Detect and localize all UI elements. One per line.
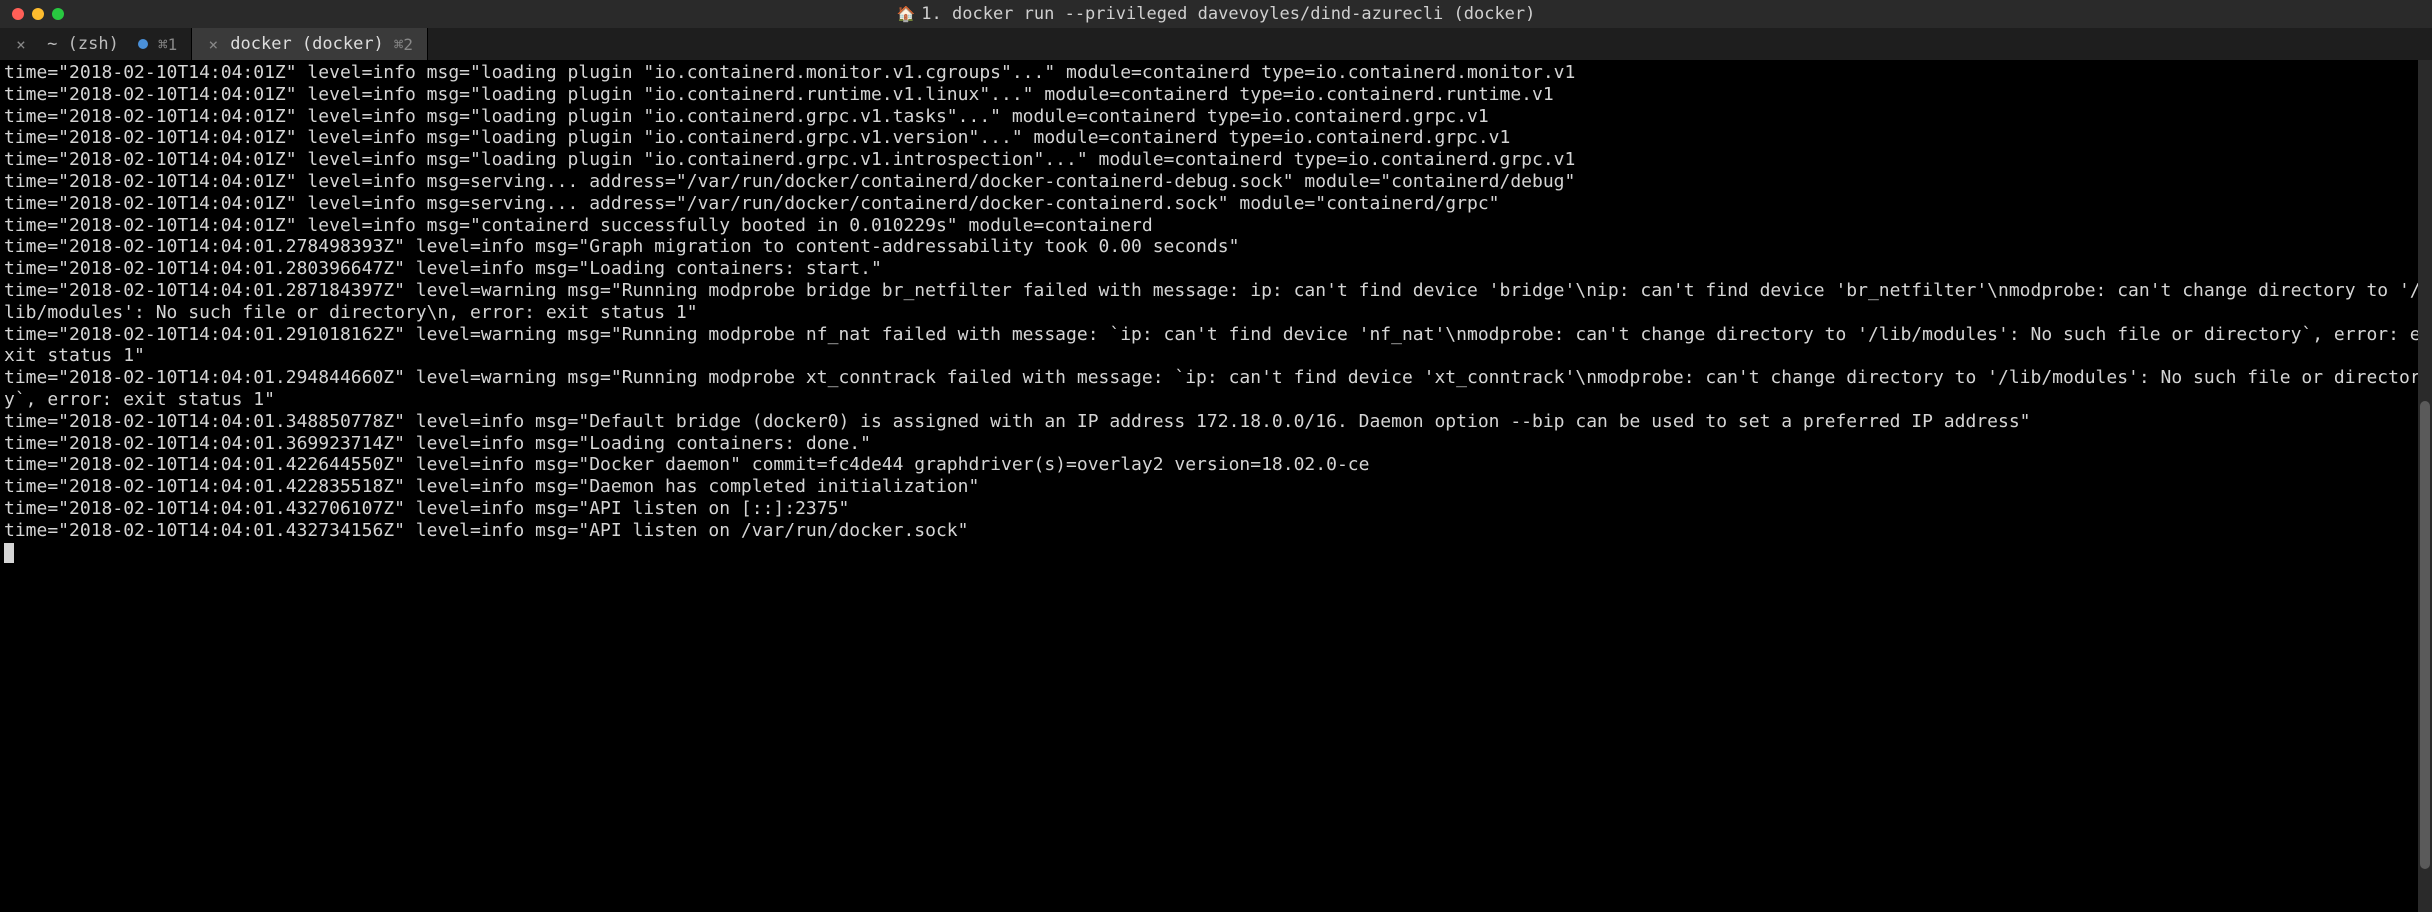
close-icon[interactable]: × (14, 35, 28, 54)
terminal-cursor (4, 543, 14, 563)
activity-dot-icon (138, 39, 148, 49)
tab-label: docker (docker) (230, 34, 384, 54)
traffic-lights (0, 8, 64, 20)
window-titlebar: 🏠 1. docker run --privileged davevoyles/… (0, 0, 2432, 28)
maximize-window-button[interactable] (52, 8, 64, 20)
terminal-output[interactable]: time="2018-02-10T14:04:01Z" level=info m… (0, 60, 2432, 912)
tab-docker[interactable]: × docker (docker) ⌘2 (192, 28, 428, 60)
close-window-button[interactable] (12, 8, 24, 20)
window-title: 🏠 1. docker run --privileged davevoyles/… (897, 4, 1536, 24)
close-icon[interactable]: × (206, 35, 220, 54)
scrollbar[interactable] (2418, 60, 2432, 912)
home-icon: 🏠 (897, 5, 916, 23)
tab-bar: × ~ (zsh) ⌘1 × docker (docker) ⌘2 (0, 28, 2432, 60)
scrollbar-thumb[interactable] (2420, 401, 2430, 870)
minimize-window-button[interactable] (32, 8, 44, 20)
tab-shortcut: ⌘1 (158, 35, 177, 54)
tab-shortcut: ⌘2 (394, 35, 413, 54)
window-title-text: 1. docker run --privileged davevoyles/di… (921, 4, 1535, 24)
tab-zsh[interactable]: × ~ (zsh) ⌘1 (0, 28, 192, 60)
tab-label: ~ (zsh) (38, 34, 128, 54)
